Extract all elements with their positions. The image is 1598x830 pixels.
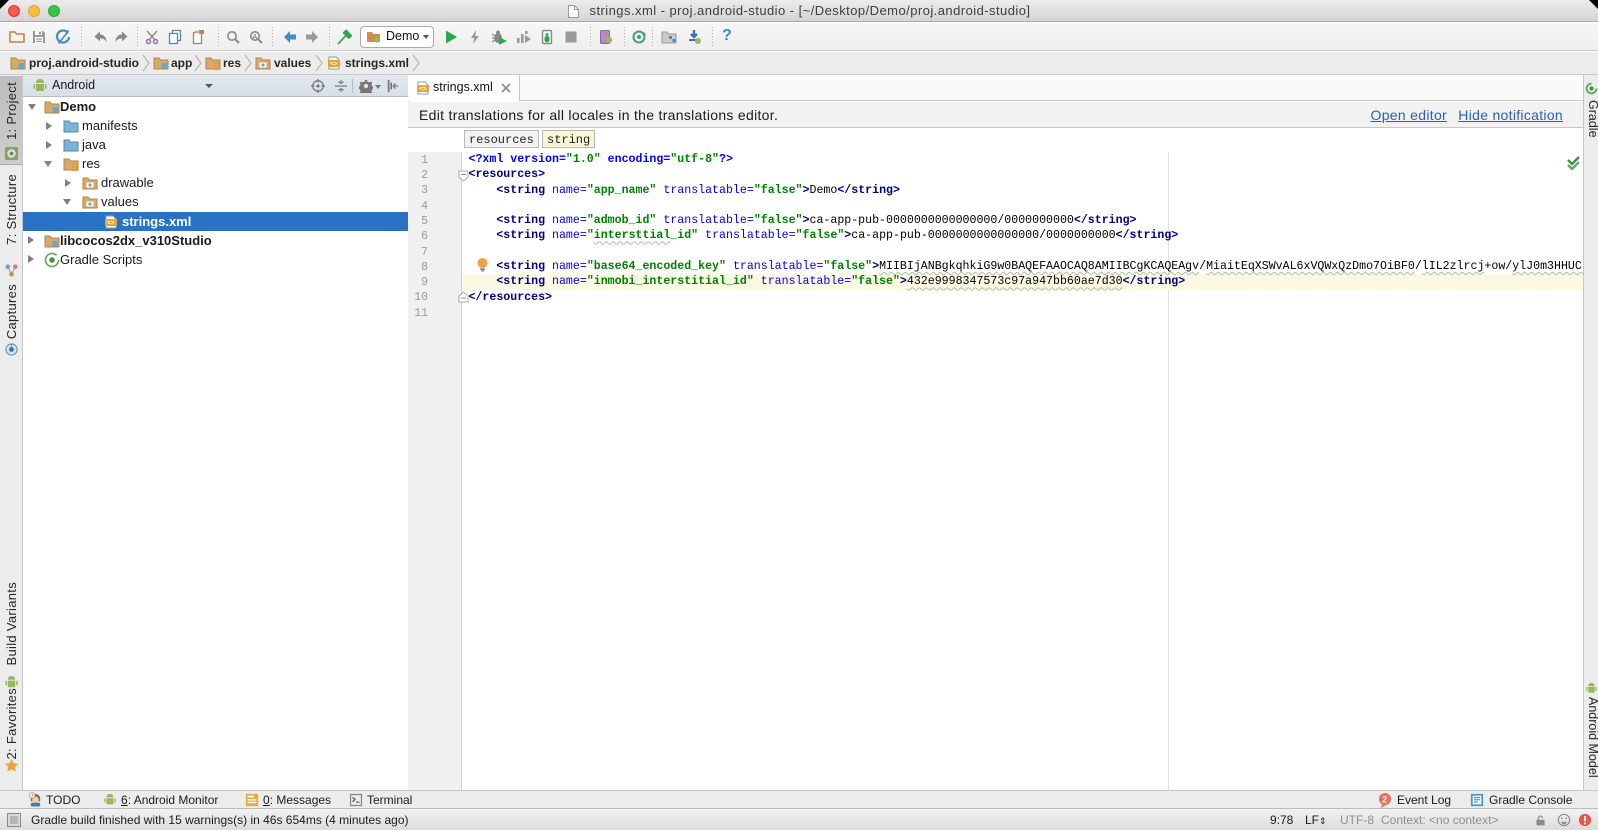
svg-text:<>: <>: [419, 86, 427, 93]
svg-text:<>: <>: [330, 61, 338, 68]
svg-text:<>: <>: [107, 219, 115, 226]
svg-text:2: 2: [1382, 795, 1387, 805]
svg-text:A: A: [253, 34, 258, 41]
